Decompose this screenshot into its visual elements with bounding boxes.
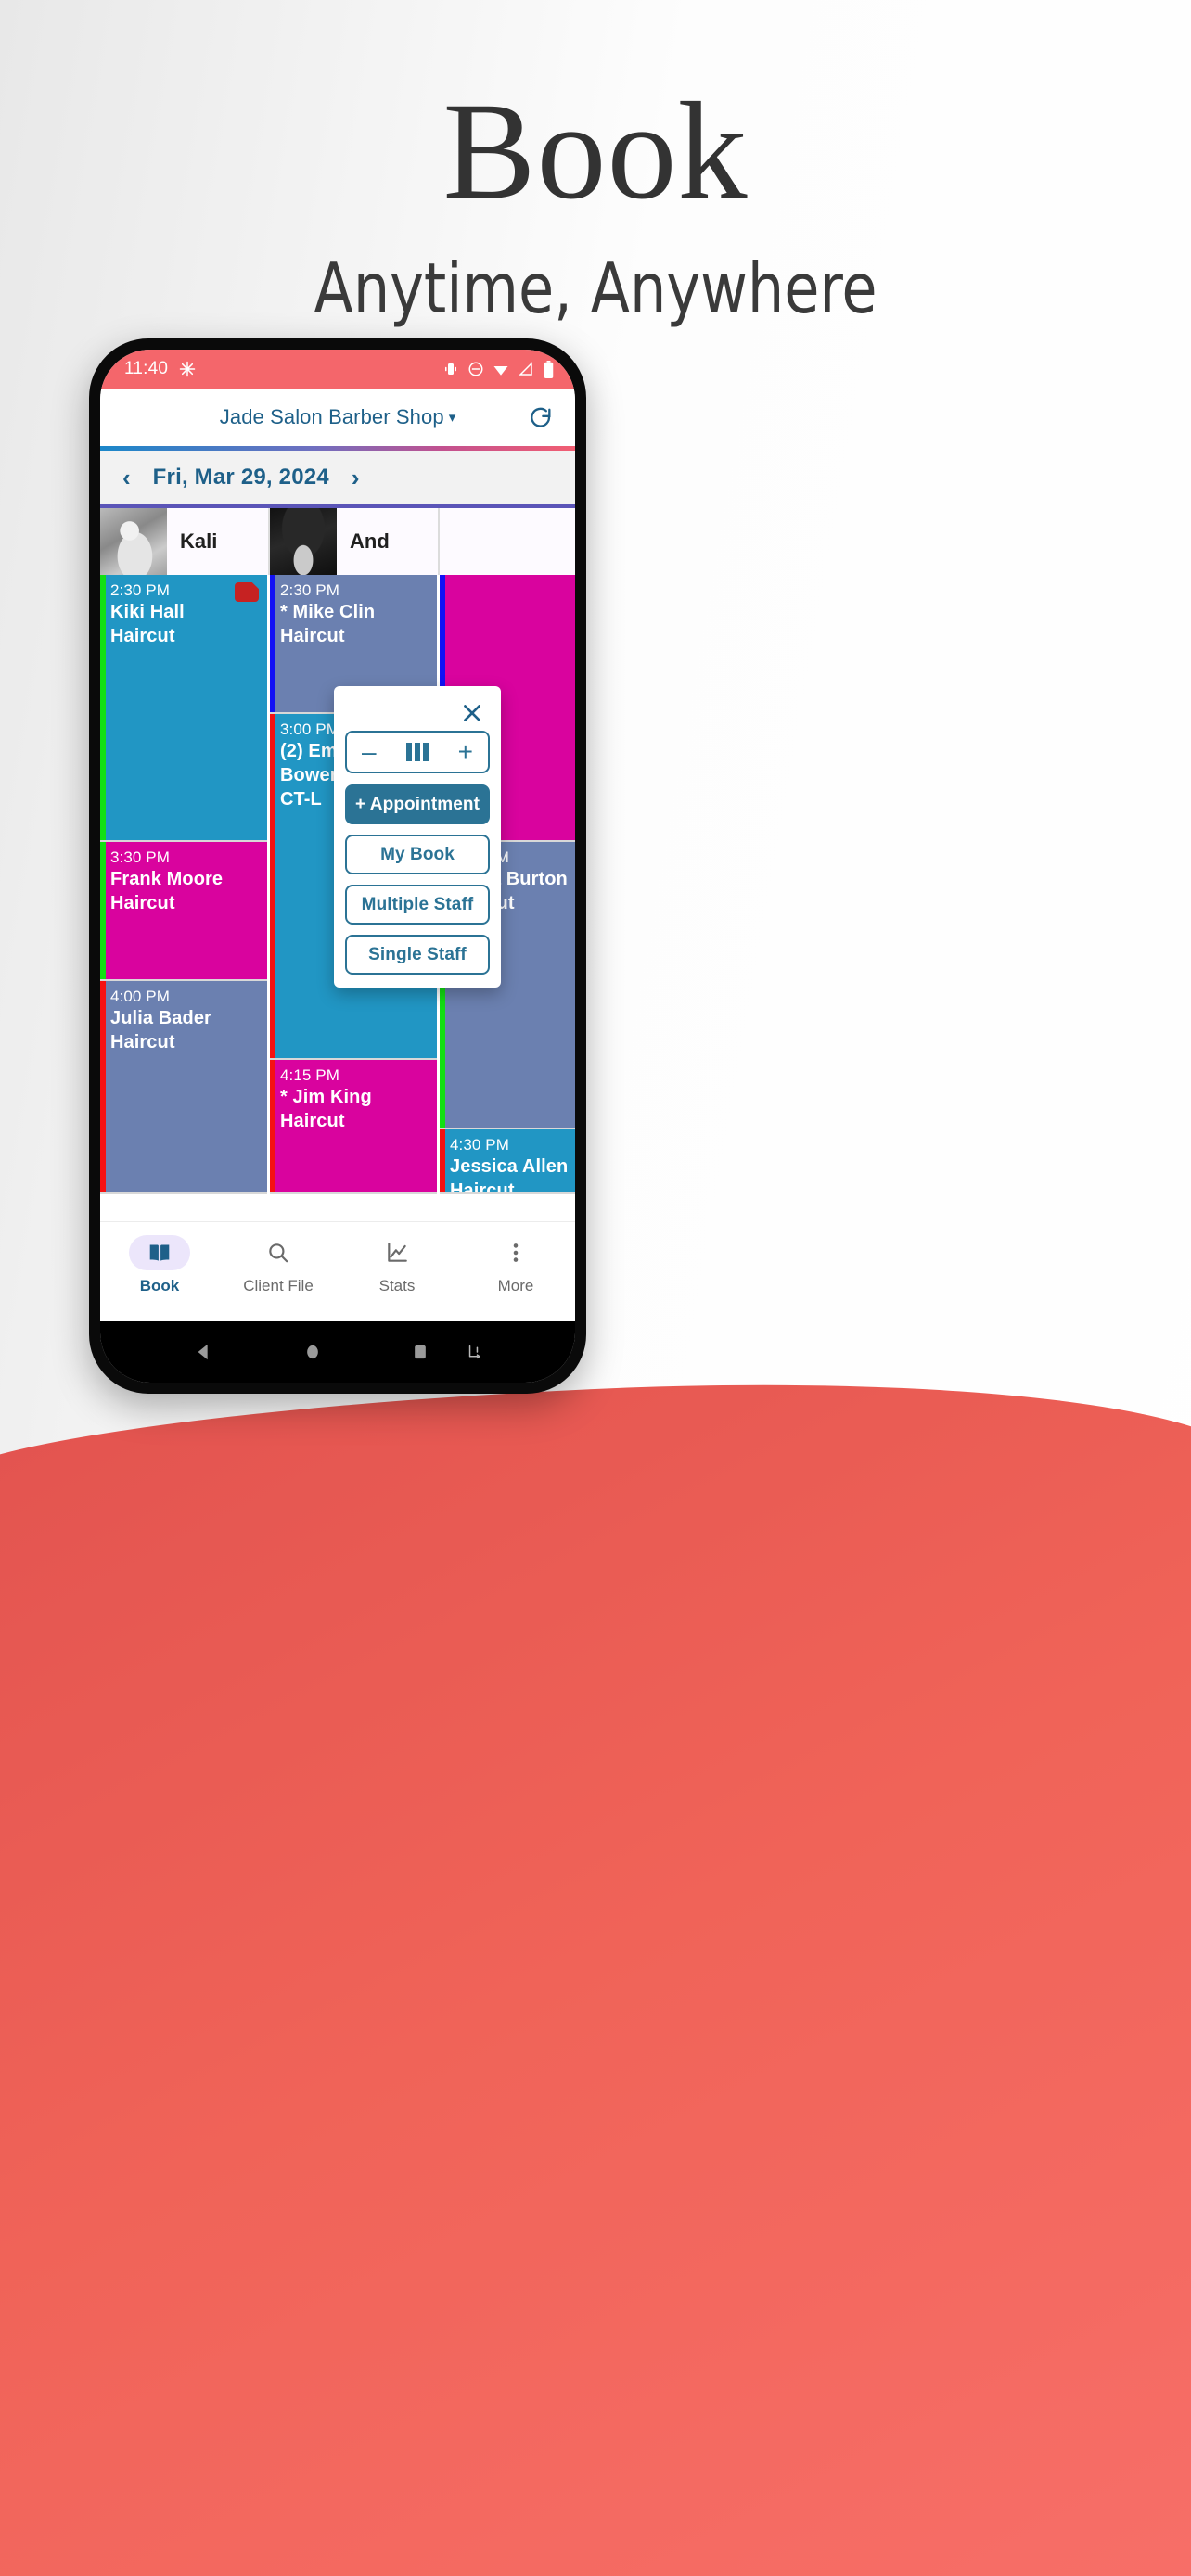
staff-header-row: Kali And	[100, 508, 575, 575]
multiple-staff-button[interactable]: Multiple Staff	[345, 885, 490, 925]
appointment-status-bar	[100, 575, 106, 840]
appointment-client: * Mike Clin	[280, 601, 376, 622]
hero-section: Book Anytime, Anywhere	[0, 0, 1191, 324]
avatar	[270, 508, 337, 575]
nav-item-client-file[interactable]: Client File	[219, 1235, 338, 1295]
nav-pill	[248, 1235, 309, 1270]
staff-column-header[interactable]	[440, 508, 575, 575]
appointment-client: Kiki Hall	[110, 601, 185, 622]
nav-label: Stats	[378, 1277, 416, 1294]
appointment-block[interactable]: 3:30 PM Frank Moore Haircut	[100, 842, 267, 981]
nav-item-more[interactable]: More	[456, 1235, 575, 1295]
appointment-status-bar	[270, 575, 275, 712]
snowflake-icon	[179, 361, 196, 377]
more-vertical-icon	[513, 1243, 519, 1262]
appointment-block[interactable]: 4:00 PM Julia Bader Haircut	[100, 981, 267, 1194]
date-navigator: ‹ Fri, Mar 29, 2024 ›	[100, 451, 575, 504]
current-date-label[interactable]: Fri, Mar 29, 2024	[153, 465, 329, 491]
appointment-client: Julia Bader	[110, 1007, 211, 1028]
app-header: Jade Salon Barber Shop ▾	[100, 389, 575, 446]
bottom-navigation: Book Client File Stats More	[100, 1221, 575, 1321]
my-book-button[interactable]: My Book	[345, 835, 490, 874]
single-staff-button[interactable]: Single Staff	[345, 935, 490, 975]
book-icon	[149, 1244, 170, 1261]
nav-item-stats[interactable]: Stats	[338, 1235, 456, 1295]
refresh-button[interactable]	[525, 402, 557, 433]
nav-item-book[interactable]: Book	[100, 1235, 219, 1295]
nav-pill	[485, 1235, 546, 1270]
nav-pill	[129, 1235, 190, 1270]
calendar-grid[interactable]: 2:30 PM Kiki Hall Haircut 3:30 PM Frank …	[100, 575, 575, 1221]
appointment-time: 2:30 PM	[280, 581, 340, 599]
booking-options-popup[interactable]: – + + Appointment My Book Multiple Staff…	[334, 686, 501, 988]
appointment-time: 4:15 PM	[280, 1066, 340, 1084]
zoom-in-button[interactable]: +	[458, 739, 473, 765]
refresh-icon	[531, 407, 551, 427]
home-icon[interactable]	[303, 1342, 322, 1362]
recents-icon[interactable]	[411, 1342, 429, 1362]
add-appointment-button[interactable]: + Appointment	[345, 784, 490, 824]
staff-column-header[interactable]: And	[270, 508, 440, 575]
appointment-service: Haircut	[280, 625, 345, 646]
appointment-service: Haircut	[110, 625, 175, 646]
avatar	[100, 508, 167, 575]
shop-name: Jade Salon Barber Shop	[219, 405, 444, 428]
appointment-time: 4:00 PM	[110, 988, 171, 1005]
appointment-status-bar	[100, 842, 106, 979]
android-navigation-bar	[100, 1321, 575, 1383]
appointment-service: Haircut	[110, 892, 175, 913]
close-button[interactable]	[345, 695, 490, 731]
nav-label: More	[497, 1277, 534, 1294]
staff-name: Kali	[180, 529, 218, 553]
vibrate-icon	[445, 363, 456, 375]
appointment-status-bar	[440, 1129, 445, 1192]
appointment-client: Jessica Allen	[450, 1155, 569, 1177]
appointment-service: Haircut	[110, 1031, 175, 1052]
appointment-status-bar	[270, 1060, 275, 1192]
columns-icon	[405, 743, 429, 761]
shop-selector[interactable]: Jade Salon Barber Shop ▾	[220, 405, 455, 429]
status-bar: 11:40	[100, 350, 575, 389]
wifi-icon	[493, 366, 508, 376]
coral-background-shape	[0, 1358, 1191, 2576]
nav-pill	[366, 1235, 428, 1270]
appointment-service: Haircut	[280, 1110, 345, 1131]
appointment-block[interactable]: 4:30 PM Jessica Allen Haircut	[440, 1129, 575, 1194]
close-icon	[464, 705, 480, 721]
appointment-block[interactable]: 2:30 PM Kiki Hall Haircut	[100, 575, 267, 842]
appointment-client: * Jim King	[280, 1086, 372, 1107]
nav-label: Book	[139, 1277, 180, 1294]
appointment-status-bar	[100, 981, 106, 1192]
do-not-disturb-icon	[468, 362, 483, 376]
signal-icon	[519, 362, 532, 376]
nav-label: Client File	[243, 1277, 314, 1294]
status-left-icons	[179, 361, 196, 377]
appointment-service: Haircut	[450, 1180, 515, 1194]
chart-icon	[388, 1243, 407, 1262]
staff-column-header[interactable]: Kali	[100, 508, 270, 575]
battery-icon	[544, 360, 554, 378]
phone-screen: 11:40 Jade Salon Barber Shop ▾ ‹ Fri, Ma…	[100, 350, 575, 1383]
calendar-column[interactable]: 2:30 PM Kiki Hall Haircut 3:30 PM Frank …	[100, 575, 270, 1221]
prev-day-button[interactable]: ‹	[122, 465, 131, 490]
search-icon	[269, 1243, 288, 1263]
staff-name: And	[350, 529, 390, 553]
next-day-button[interactable]: ›	[352, 465, 360, 490]
appointment-time: 3:30 PM	[110, 848, 171, 866]
page-title: Book	[442, 74, 749, 228]
appointment-status-bar	[270, 714, 275, 1058]
column-zoom-stepper[interactable]: – +	[345, 731, 490, 773]
chevron-down-icon: ▾	[448, 410, 456, 426]
status-right-icons	[442, 360, 555, 378]
rotate-icon[interactable]	[465, 1342, 482, 1362]
appointment-block[interactable]: 4:15 PM * Jim King Haircut	[270, 1060, 437, 1194]
appointment-time: 4:30 PM	[450, 1136, 510, 1154]
appointment-client: Frank Moore	[110, 868, 224, 889]
page-subtitle: Anytime, Anywhere	[314, 248, 877, 329]
phone-frame: 11:40 Jade Salon Barber Shop ▾ ‹ Fri, Ma…	[89, 338, 586, 1394]
status-time: 11:40	[124, 359, 169, 378]
back-icon[interactable]	[194, 1342, 214, 1362]
zoom-out-button[interactable]: –	[362, 739, 377, 765]
